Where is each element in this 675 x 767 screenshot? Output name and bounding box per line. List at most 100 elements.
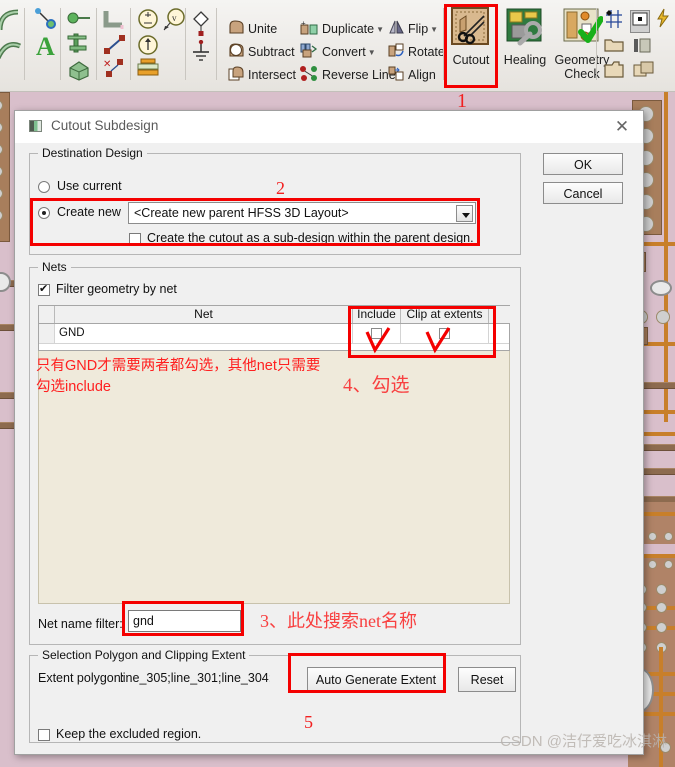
selection-polygon-label: Selection Polygon and Clipping Extent [38, 648, 250, 662]
chevron-down-icon[interactable] [456, 205, 473, 222]
reverse-line-icon [300, 66, 319, 85]
chevron-down-icon[interactable]: ▼ [430, 25, 438, 34]
toolbar-icon-arc-2[interactable] [0, 38, 22, 67]
toolbar-icon-line-segment[interactable] [102, 34, 128, 61]
convert-icon [300, 43, 319, 62]
toolbar-icon-probe[interactable] [34, 8, 58, 35]
annotation-checkmark-include [365, 327, 391, 354]
cmd-subtract[interactable]: Subtract [228, 43, 295, 62]
close-icon[interactable]: ✕ [609, 115, 635, 139]
cutout-subdesign-dialog[interactable]: Cutout Subdesign ✕ OK Cancel Destination… [14, 110, 644, 755]
create-new-radio[interactable] [38, 207, 50, 219]
toolbar-icon-text-a[interactable]: A [36, 34, 55, 60]
net-name-filter-label: Net name filter: [38, 617, 123, 631]
annotation-number-2: 2 [276, 178, 285, 198]
filter-geometry-checkbox[interactable] [38, 282, 50, 296]
use-current-radio[interactable] [38, 181, 50, 193]
nets-col-blank-left [39, 306, 55, 323]
cmd-duplicate[interactable]: + Duplicate ▼ [300, 19, 384, 39]
row-selector-cell[interactable] [39, 324, 55, 343]
destination-design-combo[interactable]: <Create new parent HFSS 3D Layout> [128, 202, 476, 224]
cmd-unite[interactable]: Unite [228, 20, 277, 39]
keep-excluded-checkbox[interactable] [38, 729, 50, 741]
pcb-pad [664, 532, 673, 541]
toolbar-icon-copy-objects[interactable] [632, 60, 656, 85]
toolbar-separator [130, 8, 131, 80]
pcb-via [650, 280, 672, 296]
toolbar-icon-port-stack[interactable] [66, 32, 92, 59]
ribbon-toolbar[interactable]: A ✕ v Unite Subtract Intersect + Duplica… [0, 0, 675, 92]
cmd-reverse-line[interactable]: Reverse Line [300, 66, 396, 85]
nets-table-header: Net Include Clip at extents [39, 306, 510, 324]
pcb-pad [664, 560, 673, 569]
toolbar-icon-layer-open[interactable] [603, 36, 625, 59]
healing-icon [497, 6, 553, 51]
toolbar-icon-3d-box[interactable] [66, 58, 92, 87]
toolbar-icon-source-minus[interactable] [136, 8, 160, 35]
toolbar-icon-grid-snap[interactable] [603, 8, 625, 35]
healing-button[interactable]: Healing [497, 6, 553, 67]
align-icon [388, 66, 405, 85]
toolbar-icon-diamond-port[interactable] [190, 10, 212, 41]
toolbar-icon-lightning[interactable] [655, 8, 671, 33]
row-blank-right [489, 324, 510, 343]
cutout-button[interactable]: Cutout [443, 6, 499, 67]
annotation-number-3: 3、此处搜索net名称 [260, 611, 417, 631]
svg-text:✕: ✕ [103, 59, 111, 70]
cutout-icon [443, 6, 499, 51]
geometry-check-button-label: Geometry Check [554, 53, 610, 81]
subdesign-checkbox-label: Create the cutout as a sub-design within… [147, 231, 474, 245]
duplicate-icon: + [300, 19, 319, 39]
annotation-checkmark-clip [425, 327, 451, 354]
nets-group-label: Nets [38, 260, 71, 274]
cmd-convert[interactable]: Convert ▼ [300, 43, 376, 62]
pcb-pad [648, 532, 657, 541]
toolbar-icon-source-arrow[interactable] [136, 34, 160, 61]
chevron-down-icon[interactable]: ▼ [376, 25, 384, 34]
cancel-button[interactable]: Cancel [543, 182, 623, 204]
nets-col-blank-right [489, 306, 510, 323]
cmd-flip[interactable]: Flip ▼ [388, 20, 438, 39]
nets-col-include[interactable]: Include [353, 306, 401, 323]
toolbar-separator [24, 8, 25, 80]
auto-generate-extent-button[interactable]: Auto Generate Extent [307, 667, 445, 692]
annotation-note-line2: 勾选include [36, 379, 111, 395]
use-current-label: Use current [57, 179, 122, 193]
cmd-align[interactable]: Align [388, 66, 436, 85]
toolbar-icon-port-pin[interactable] [66, 10, 92, 31]
toolbar-icon-delete-point[interactable]: ✕ [102, 58, 128, 85]
ok-button[interactable]: OK [543, 153, 623, 175]
extent-polygon-value: line_305;line_301;line_304;line_30 [120, 671, 270, 685]
pcb-pad [648, 560, 657, 569]
toolbar-icon-corner[interactable] [102, 9, 128, 36]
net-name-filter-value: gnd [133, 614, 154, 628]
toolbar-icon-snap-center[interactable] [630, 10, 650, 33]
net-name-filter-input[interactable]: gnd [128, 610, 241, 632]
subtract-icon [228, 43, 245, 62]
toolbar-icon-fill-block[interactable] [632, 36, 652, 59]
nets-col-net[interactable]: Net [55, 306, 353, 323]
subdesign-checkbox[interactable] [129, 233, 141, 245]
pcb-pad [656, 310, 670, 324]
pcb-trace [664, 92, 668, 422]
cutout-button-label: Cutout [452, 53, 490, 67]
cmd-intersect[interactable]: Intersect [228, 66, 296, 85]
reset-button[interactable]: Reset [458, 667, 516, 692]
toolbar-icon-arc-1[interactable] [0, 8, 22, 37]
toolbar-separator [216, 8, 217, 80]
toolbar-icon-layer-stack[interactable] [603, 60, 625, 85]
pcb-via [0, 272, 11, 292]
annotation-note-line1: 只有GND才需要两者都勾选，其他net只需要 [36, 358, 321, 374]
rotate-icon [388, 43, 405, 62]
toolbar-separator [185, 8, 186, 80]
nets-col-clip-at-extents[interactable]: Clip at extents [401, 306, 489, 323]
chevron-down-icon[interactable]: ▼ [368, 48, 376, 57]
intersect-icon [228, 66, 245, 85]
toolbar-icon-ground[interactable] [190, 39, 212, 69]
cmd-rotate[interactable]: Rotate [388, 43, 445, 62]
dialog-titlebar[interactable]: Cutout Subdesign ✕ [15, 111, 643, 143]
watermark: CSDN @洁仔爱吃冰淇淋 [500, 733, 667, 750]
annotation-number-5: 5 [304, 712, 313, 732]
extent-polygon-label: Extent polygon: [38, 671, 125, 685]
toolbar-icon-stack-layers[interactable] [136, 58, 162, 85]
